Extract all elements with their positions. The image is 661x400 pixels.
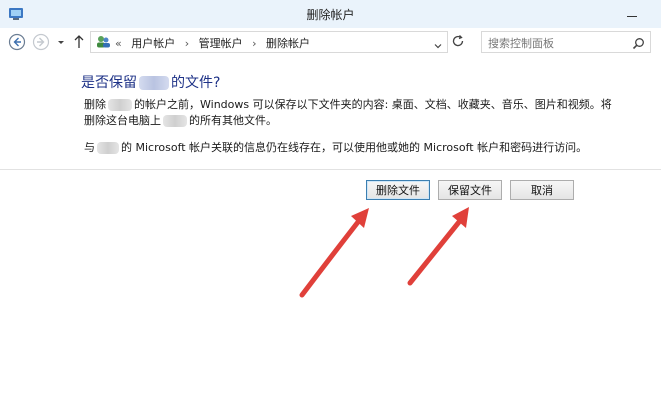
chevron-down-icon — [58, 41, 64, 44]
back-button[interactable] — [8, 33, 26, 51]
redacted-username — [97, 142, 119, 154]
description-line-2: 删除这台电脑上 的所有其他文件。 — [84, 113, 277, 128]
up-button[interactable] — [72, 33, 90, 51]
address-dropdown-button[interactable] — [433, 36, 443, 49]
breadcrumb: « 用户帐户 › 管理帐户 › 删除帐户 — [115, 35, 310, 51]
breadcrumb-manage-accounts[interactable]: 管理帐户 — [199, 35, 243, 51]
heading-suffix: 的文件? — [171, 75, 221, 91]
breadcrumb-delete-account[interactable]: 删除帐户 — [266, 35, 310, 51]
title-bar: 删除帐户 — [0, 0, 661, 29]
dialog-content: 是否保留 的文件? 删除 的帐户之前，Windows 可以保存以下文件夹的内容: 桌… — [0, 56, 661, 400]
description-text: 删除这台电脑上 — [84, 114, 161, 127]
forward-button[interactable] — [32, 33, 50, 51]
recent-locations-button[interactable] — [56, 33, 66, 51]
forward-arrow-icon — [32, 33, 50, 51]
minimize-button[interactable] — [618, 0, 646, 26]
delete-account-window: 删除帐户 « 用户帐户 › 管理帐户 › 删除帐户 搜索控制面板 是否保留 的文… — [0, 0, 661, 400]
window-title: 删除帐户 — [306, 8, 355, 22]
search-input[interactable]: 搜索控制面板 — [481, 31, 651, 53]
description-line-1: 删除 的帐户之前，Windows 可以保存以下文件夹的内容: 桌面、文档、收藏夹、… — [84, 97, 612, 112]
description-text: 删除 — [84, 98, 106, 111]
note-text: 与 — [84, 141, 95, 154]
description-text: 的所有其他文件。 — [189, 114, 277, 127]
redacted-username — [163, 115, 187, 127]
delete-files-button[interactable]: 删除文件 — [366, 180, 430, 200]
cancel-button[interactable]: 取消 — [510, 180, 574, 200]
description-text: 的帐户之前，Windows 可以保存以下文件夹的内容: 桌面、文档、收藏夹、音乐… — [134, 98, 612, 111]
navigation-bar: « 用户帐户 › 管理帐户 › 删除帐户 搜索控制面板 — [0, 28, 661, 56]
up-arrow-icon — [74, 35, 84, 48]
refresh-button[interactable] — [450, 33, 466, 49]
page-title: 是否保留 的文件? — [81, 72, 220, 92]
redacted-username — [139, 76, 169, 90]
breadcrumb-overflow[interactable]: « — [115, 37, 122, 50]
refresh-icon — [452, 35, 464, 47]
search-icon[interactable] — [632, 35, 645, 50]
chevron-down-icon — [434, 44, 442, 49]
address-bar[interactable]: « 用户帐户 › 管理帐户 › 删除帐户 — [90, 31, 448, 53]
divider — [0, 169, 661, 170]
back-arrow-icon — [8, 33, 26, 51]
breadcrumb-user-accounts[interactable]: 用户帐户 — [131, 35, 175, 51]
redacted-username — [108, 99, 132, 111]
search-placeholder: 搜索控制面板 — [488, 37, 554, 50]
note-text: 的 Microsoft 帐户关联的信息仍在线存在，可以使用他或她的 Micros… — [121, 141, 588, 154]
breadcrumb-separator[interactable]: › — [252, 37, 256, 50]
keep-files-button[interactable]: 保留文件 — [438, 180, 502, 200]
microsoft-account-note: 与 的 Microsoft 帐户关联的信息仍在线存在，可以使用他或她的 Micro… — [84, 140, 587, 155]
breadcrumb-separator[interactable]: › — [185, 37, 189, 50]
minimize-icon — [627, 15, 637, 17]
heading-prefix: 是否保留 — [81, 75, 137, 91]
users-icon — [95, 34, 111, 50]
